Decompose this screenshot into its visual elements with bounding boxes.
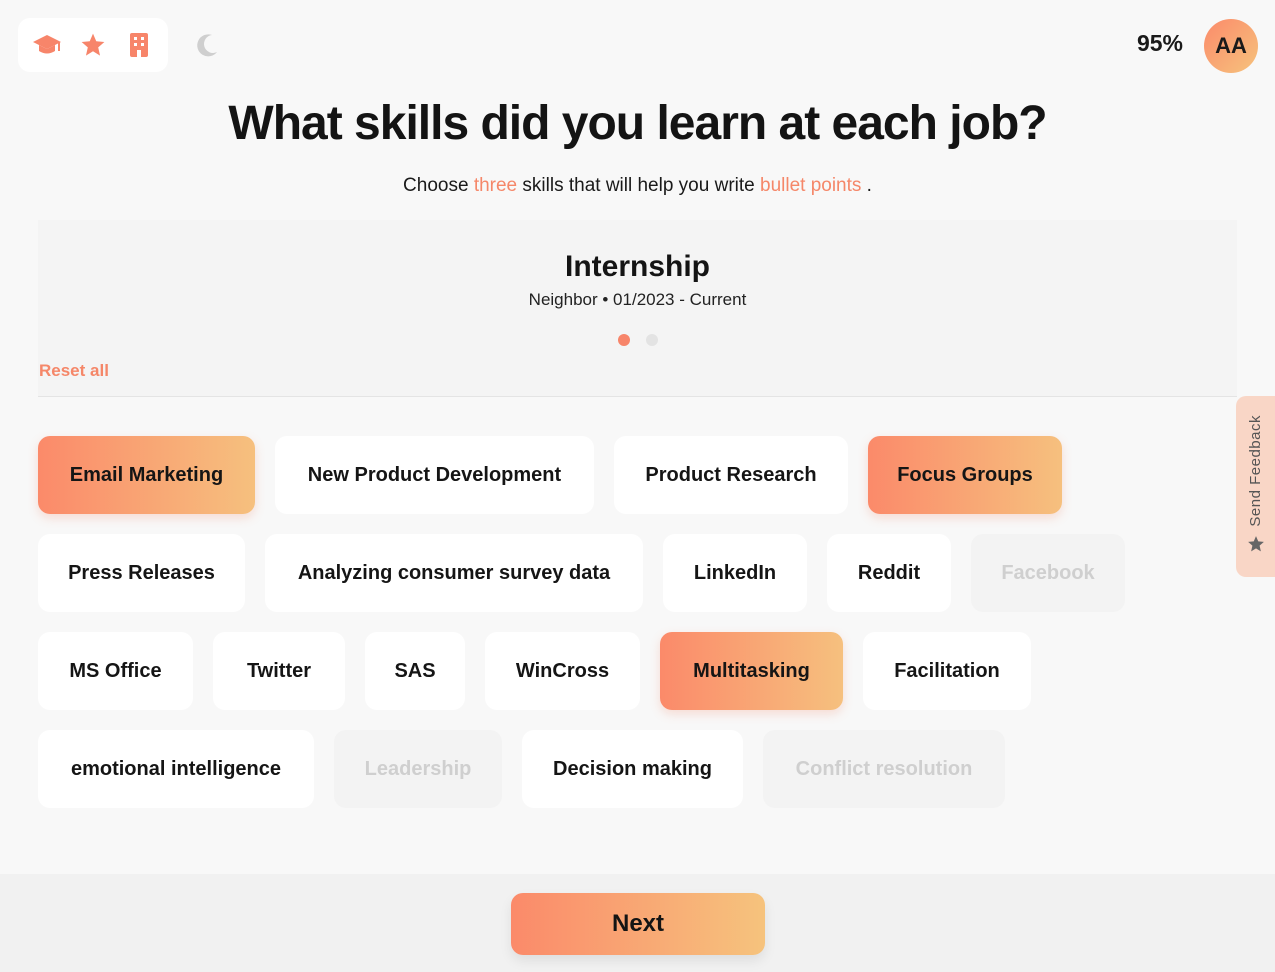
skill-chip-press-releases[interactable]: Press Releases	[38, 534, 245, 612]
skill-chip-facebook[interactable]: Facebook	[971, 534, 1125, 612]
moon-icon[interactable]	[192, 30, 222, 60]
pagination-dot-1[interactable]	[617, 334, 630, 346]
job-meta: Neighbor • 01/2023 - Current	[528, 290, 747, 309]
skill-chip-linkedin[interactable]: LinkedIn	[663, 534, 807, 612]
skill-chip-product-research[interactable]: Product Research	[614, 436, 848, 514]
skill-chip-analyzing-consumer-survey-data[interactable]: Analyzing consumer survey data	[265, 534, 643, 612]
job-title: Internship	[564, 250, 710, 283]
building-icon[interactable]	[122, 28, 156, 62]
reset-all-button[interactable]: Reset all	[39, 361, 109, 381]
subtitle-suffix: .	[861, 175, 872, 196]
job-panel: Internship Neighbor • 01/2023 - Current …	[38, 220, 1237, 397]
graduation-cap-icon[interactable]	[30, 28, 64, 62]
avatar[interactable]: AA	[1204, 19, 1258, 73]
page-subtitle: Choose three skills that will help you w…	[0, 175, 1275, 197]
skill-chip-facilitation[interactable]: Facilitation	[863, 632, 1031, 710]
page-title: What skills did you learn at each job?	[228, 97, 1047, 150]
pagination-dots	[38, 334, 1237, 346]
skill-chip-wincross[interactable]: WinCross	[485, 632, 640, 710]
skill-chip-focus-groups[interactable]: Focus Groups	[868, 436, 1062, 514]
skill-chip-multitasking[interactable]: Multitasking	[660, 632, 843, 710]
star-icon	[1247, 535, 1265, 558]
subtitle-highlight-bullet-points[interactable]: bullet points	[760, 175, 861, 196]
skill-chip-twitter[interactable]: Twitter	[213, 632, 345, 710]
app-nav-card	[18, 18, 168, 72]
skill-chip-emotional-intelligence[interactable]: emotional intelligence	[38, 730, 314, 808]
subtitle-highlight-three: three	[473, 175, 518, 196]
subtitle-middle: skills that will help you write	[517, 175, 760, 196]
skill-chip-ms-office[interactable]: MS Office	[38, 632, 193, 710]
skill-chip-reddit[interactable]: Reddit	[827, 534, 951, 612]
skill-chip-leadership[interactable]: Leadership	[334, 730, 502, 808]
skill-chip-new-product-development[interactable]: New Product Development	[275, 436, 594, 514]
next-button[interactable]: Next	[511, 893, 765, 955]
skill-chip-conflict-resolution[interactable]: Conflict resolution	[763, 730, 1005, 808]
progress-percentage: 95%	[1136, 30, 1183, 56]
skill-chip-email-marketing[interactable]: Email Marketing	[38, 436, 255, 514]
pagination-dot-2[interactable]	[645, 334, 658, 346]
skill-chip-sas[interactable]: SAS	[365, 632, 465, 710]
send-feedback-label: Send Feedback	[1247, 415, 1264, 527]
star-icon[interactable]	[76, 28, 110, 62]
subtitle-prefix: Choose	[403, 175, 474, 196]
skill-chip-decision-making[interactable]: Decision making	[522, 730, 743, 808]
send-feedback-tab[interactable]: Send Feedback	[1236, 396, 1275, 577]
